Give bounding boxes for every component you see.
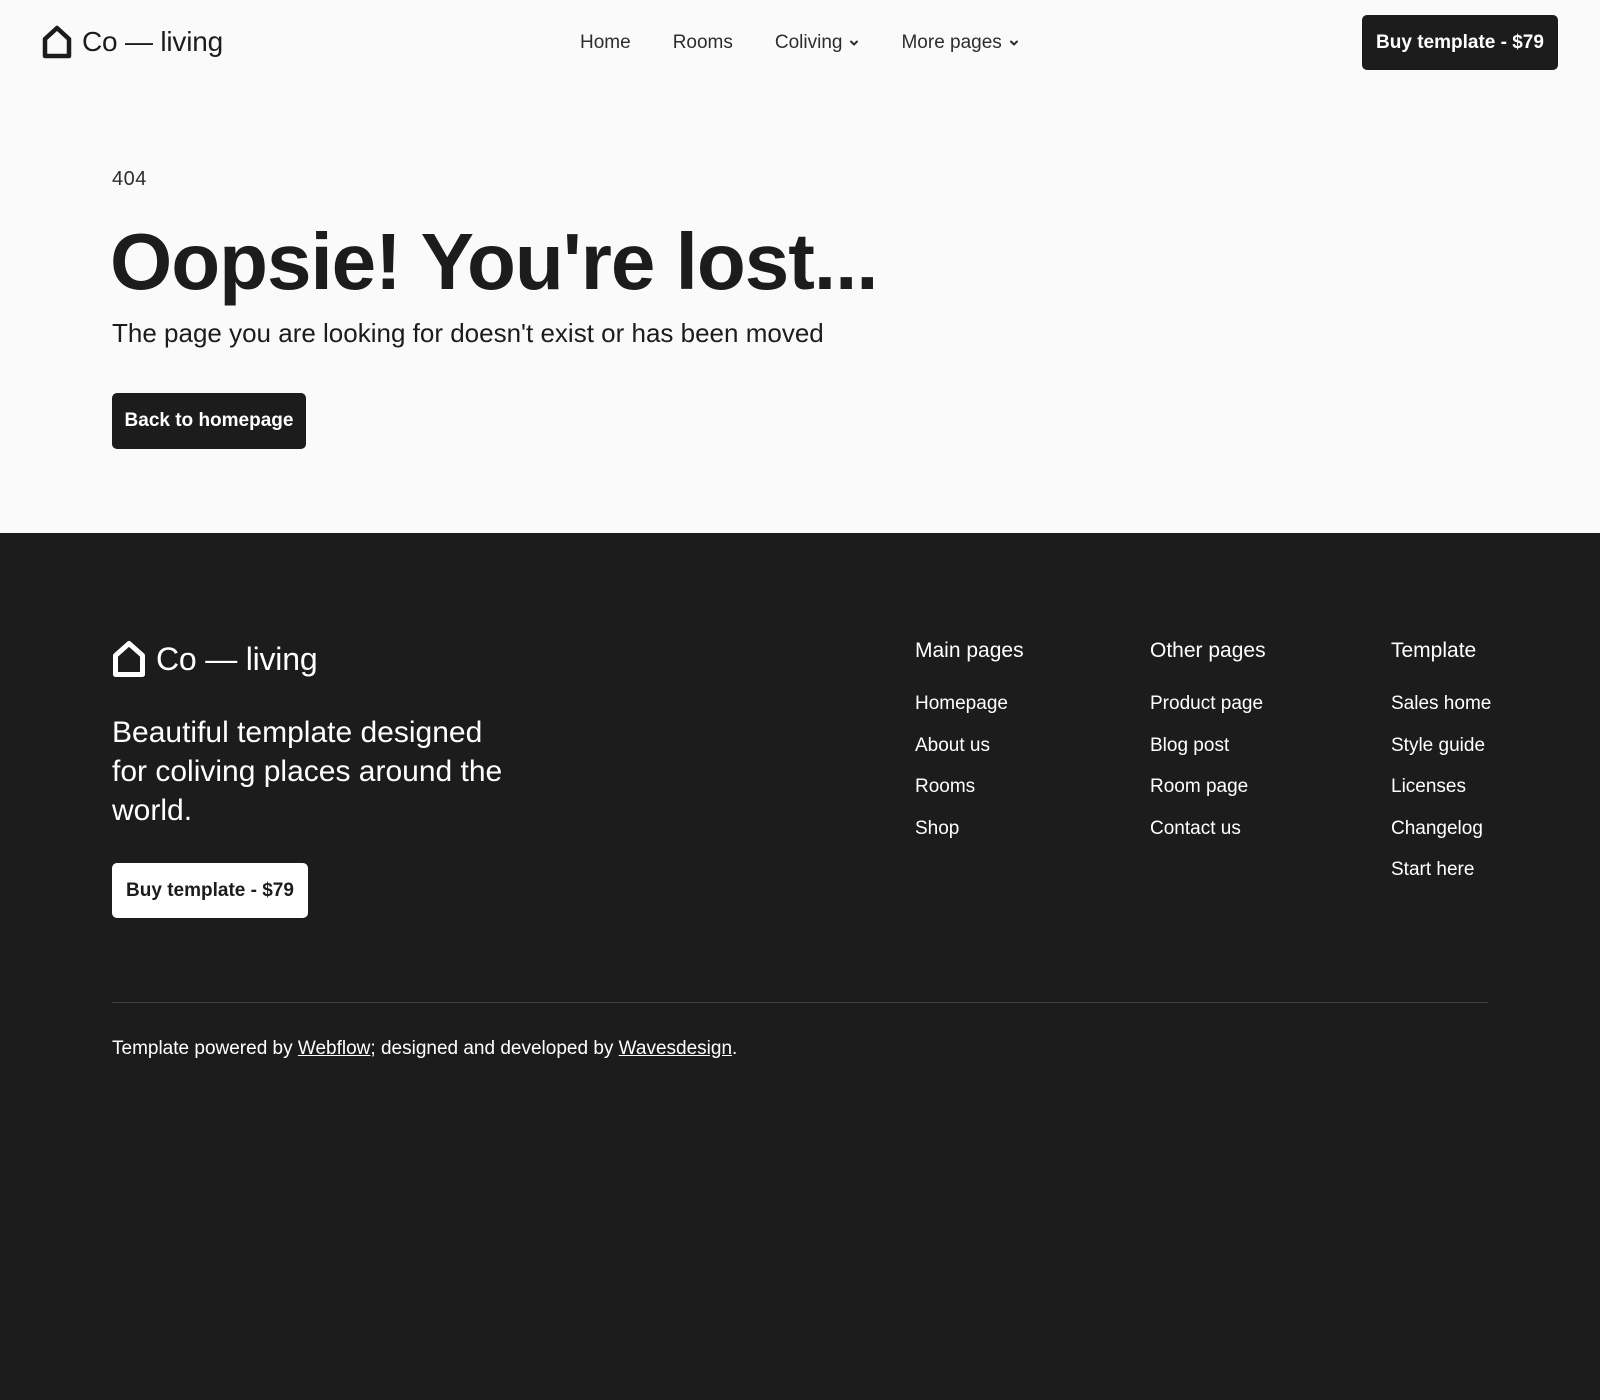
house-icon	[113, 641, 145, 677]
nav-item-label: Home	[580, 32, 631, 53]
logo-text: Co — living	[82, 26, 223, 57]
footer-link-changelog[interactable]: Changelog	[1391, 816, 1491, 858]
webflow-link[interactable]: Webflow	[298, 1038, 371, 1059]
footer-link-product-page[interactable]: Product page	[1150, 691, 1266, 733]
footer-divider	[112, 1002, 1488, 1003]
nav-item-more-pages[interactable]: More pages	[901, 32, 1018, 54]
logo-text: Co — living	[156, 640, 318, 677]
footer-link-shop[interactable]: Shop	[915, 816, 1024, 858]
footer-link-start-here[interactable]: Start here	[1391, 857, 1491, 899]
footer-link-licenses[interactable]: Licenses	[1391, 774, 1491, 816]
chevron-down-icon	[1009, 40, 1018, 46]
footer-buy-template-button[interactable]: Buy template - $79	[112, 863, 308, 918]
nav-item-label: More pages	[901, 32, 1002, 53]
footer-link-rooms[interactable]: Rooms	[915, 774, 1024, 816]
nav-item-home[interactable]: Home	[580, 32, 631, 54]
footer-column-title: Other pages	[1150, 639, 1266, 662]
footer-link-homepage[interactable]: Homepage	[915, 691, 1024, 733]
footer-link-style-guide[interactable]: Style guide	[1391, 733, 1491, 775]
page-subtitle: The page you are looking for doesn't exi…	[112, 318, 824, 348]
footer-logo[interactable]: Co — living	[112, 637, 318, 681]
footer-tagline: Beautiful template designed for coliving…	[112, 716, 503, 827]
credits-middle: ; designed and developed by	[370, 1038, 619, 1059]
nav-item-label: Rooms	[672, 32, 733, 53]
footer-link-contact-us[interactable]: Contact us	[1150, 816, 1266, 858]
footer-link-about-us[interactable]: About us	[915, 733, 1024, 775]
house-icon	[42, 25, 72, 59]
nav-item-coliving[interactable]: Coliving	[775, 32, 860, 54]
wavesdesign-link[interactable]: Wavesdesign	[619, 1038, 732, 1059]
nav-item-rooms[interactable]: Rooms	[673, 32, 733, 54]
main-nav: Home Rooms Coliving More pages	[0, 0, 1600, 85]
buy-template-button[interactable]: Buy template - $79	[1362, 15, 1558, 70]
chevron-down-icon	[850, 40, 859, 46]
footer-link-blog-post[interactable]: Blog post	[1150, 733, 1266, 775]
footer-column-title: Main pages	[915, 639, 1024, 662]
footer-link-room-page[interactable]: Room page	[1150, 774, 1266, 816]
credits-prefix: Template powered by	[112, 1038, 298, 1059]
error-code: 404	[112, 168, 147, 190]
nav-item-label: Coliving	[774, 32, 843, 53]
site-header: Co — living Home Rooms Coliving More pag…	[0, 0, 1600, 85]
footer-credits: Template powered by Webflow; designed an…	[112, 1038, 737, 1060]
footer-column-other-pages: Other pages Product page Blog post Room …	[1150, 639, 1266, 857]
footer-column-main-pages: Main pages Homepage About us Rooms Shop	[915, 639, 1024, 857]
back-to-homepage-button[interactable]: Back to homepage	[112, 393, 306, 449]
footer-link-sales-home[interactable]: Sales home	[1391, 691, 1491, 733]
site-logo[interactable]: Co — living	[42, 22, 223, 62]
page-title: Oopsie! You're lost...	[110, 217, 879, 306]
footer-column-template: Template Sales home Style guide Licenses…	[1391, 639, 1491, 899]
credits-suffix: .	[732, 1038, 738, 1059]
site-footer: Co — living Beautiful template designed …	[0, 533, 1600, 1400]
footer-column-title: Template	[1391, 639, 1477, 662]
